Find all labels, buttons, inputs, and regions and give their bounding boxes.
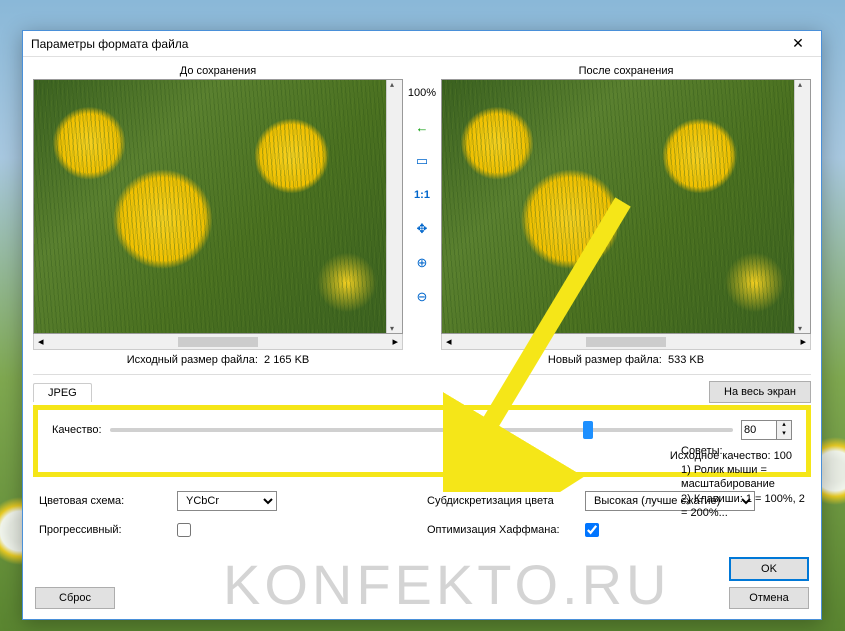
color-scheme-select[interactable]: YCbCr <box>177 491 277 511</box>
ok-button[interactable]: OK <box>729 557 809 581</box>
file-format-dialog: Параметры формата файла ✕ До сохранения … <box>22 30 822 620</box>
window-title: Параметры формата файла <box>31 37 188 51</box>
fit-window-icon[interactable]: ▭ <box>412 151 432 171</box>
original-size: Исходный размер файла: 2 165 KB <box>33 350 403 370</box>
back-icon[interactable]: ← <box>412 117 432 137</box>
new-size: Новый размер файла: 533 KB <box>441 350 811 370</box>
zoom-label: 100% <box>408 87 436 99</box>
progressive-label: Прогрессивный: <box>39 524 169 536</box>
zoom-in-icon[interactable]: ⊕ <box>412 253 432 273</box>
tips-title: Советы: <box>681 445 809 457</box>
preview-before[interactable] <box>33 79 403 334</box>
scrollbar-vertical[interactable] <box>386 80 402 333</box>
scrollbar-horizontal[interactable]: ◂▸ <box>33 334 403 350</box>
scrollbar-vertical[interactable] <box>794 80 810 333</box>
subsampling-label: Субдискретизация цвета <box>427 495 577 507</box>
quality-input[interactable] <box>741 420 777 440</box>
color-scheme-label: Цветовая схема: <box>39 495 169 507</box>
tips-body: 1) Ролик мыши = масштабирование 2) Клави… <box>681 463 809 520</box>
progressive-checkbox[interactable] <box>177 523 191 537</box>
zoom-out-icon[interactable]: ⊖ <box>412 287 432 307</box>
scrollbar-horizontal[interactable]: ◂▸ <box>441 334 811 350</box>
quality-label: Качество: <box>52 424 102 436</box>
huffman-checkbox[interactable] <box>585 523 599 537</box>
pan-icon[interactable]: ✥ <box>412 219 432 239</box>
watermark: KONFEKTO.RU <box>223 552 670 617</box>
one-to-one-icon[interactable]: 1:1 <box>412 185 432 205</box>
slider-thumb[interactable] <box>583 421 593 439</box>
spin-down-icon[interactable]: ▾ <box>777 430 791 439</box>
preview-after[interactable] <box>441 79 811 334</box>
quality-slider[interactable] <box>110 428 733 432</box>
huffman-label: Оптимизация Хаффмана: <box>427 524 577 536</box>
tab-jpeg[interactable]: JPEG <box>33 383 92 402</box>
titlebar[interactable]: Параметры формата файла ✕ <box>23 31 821 57</box>
reset-button[interactable]: Сброс <box>35 587 115 609</box>
cancel-button[interactable]: Отмена <box>729 587 809 609</box>
before-label: До сохранения <box>33 63 403 79</box>
spin-up-icon[interactable]: ▴ <box>777 421 791 430</box>
close-icon[interactable]: ✕ <box>783 34 813 54</box>
after-label: После сохранения <box>441 63 811 79</box>
fullscreen-button[interactable]: На весь экран <box>709 381 811 403</box>
